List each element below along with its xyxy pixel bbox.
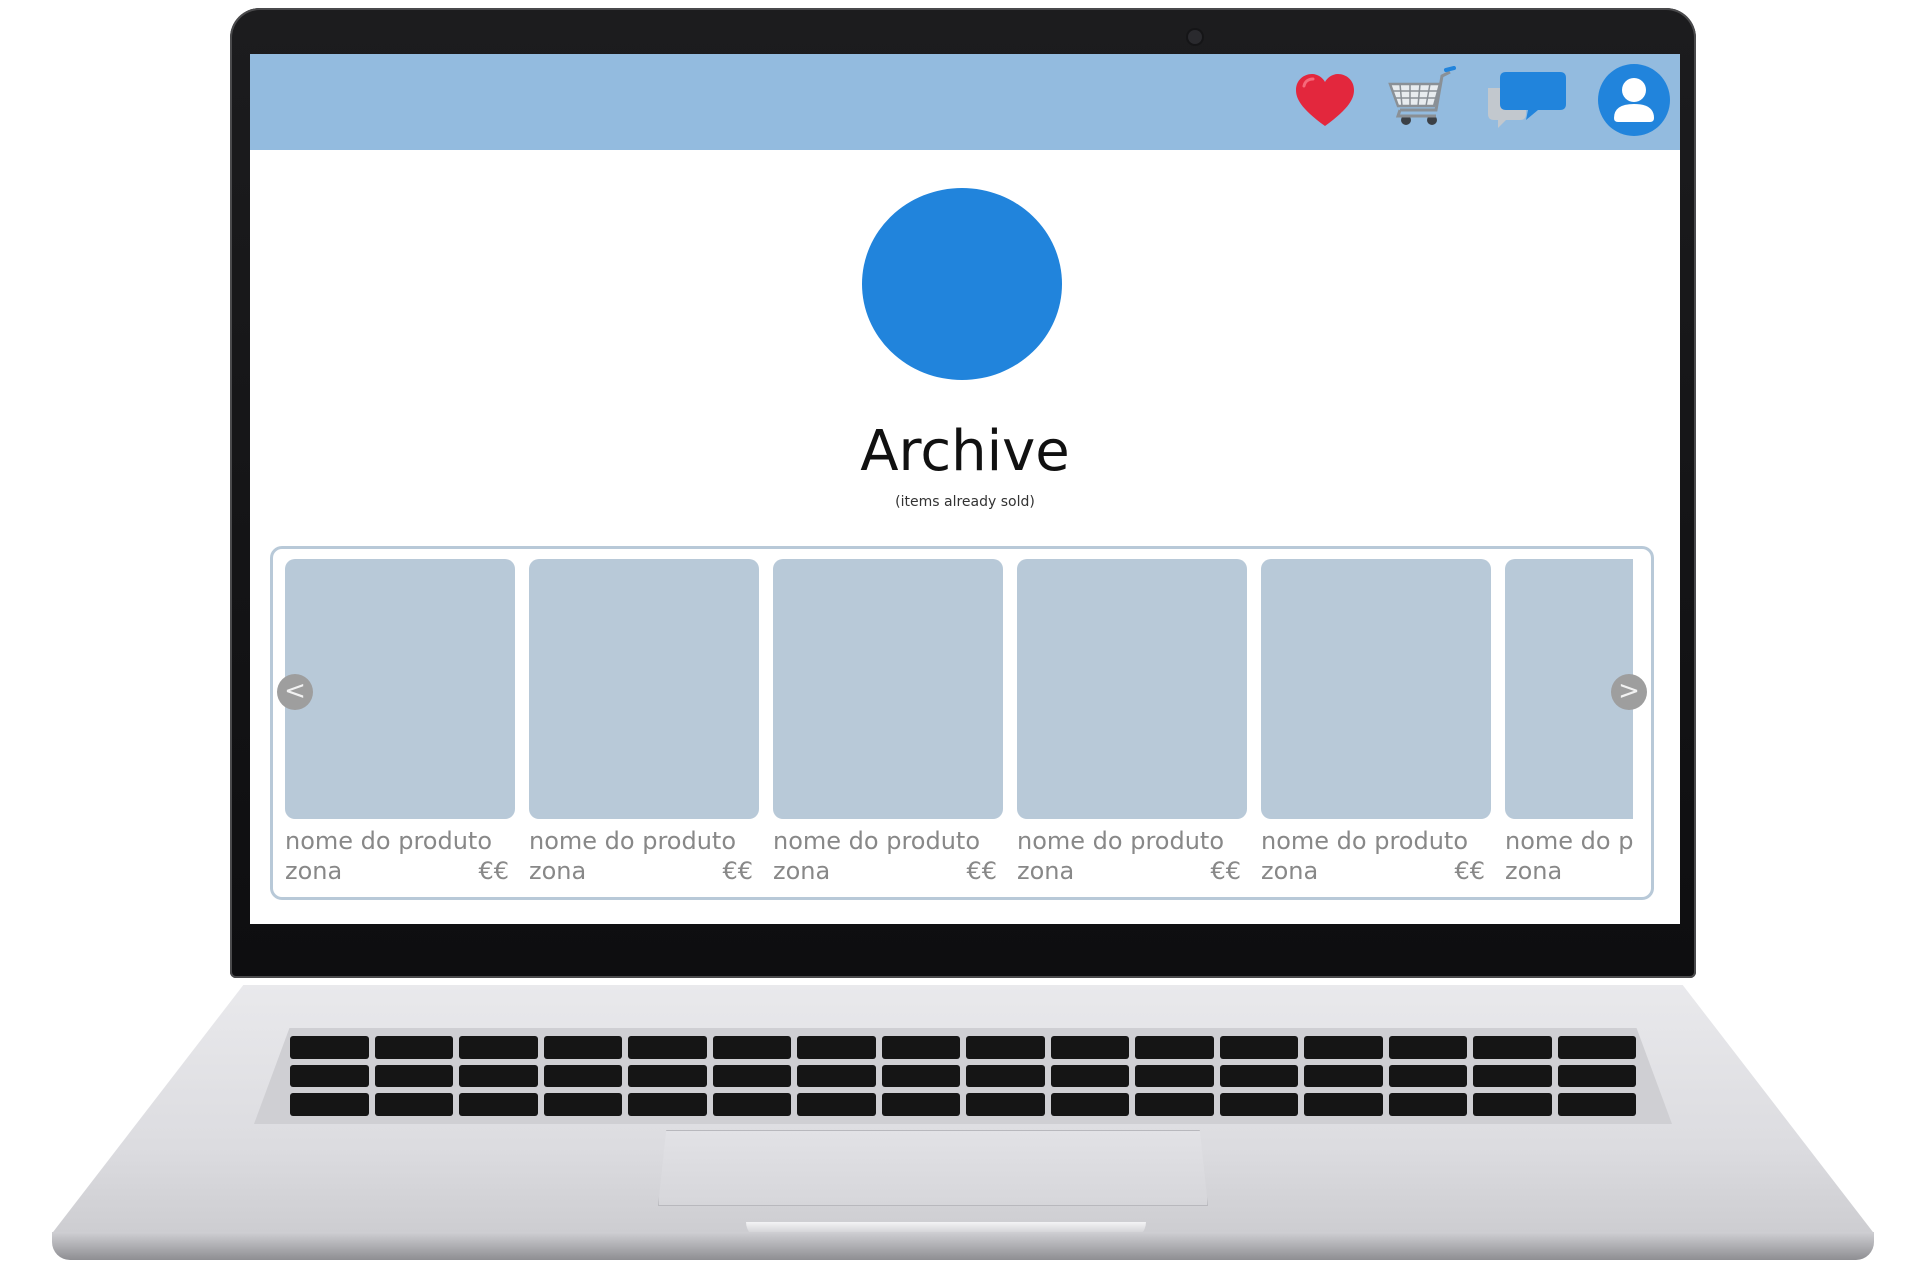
- shopping-cart-icon[interactable]: [1386, 66, 1456, 136]
- product-image-placeholder: [285, 559, 515, 819]
- product-card[interactable]: nome do produto zona €€: [285, 559, 515, 889]
- heart-icon[interactable]: [1290, 66, 1360, 136]
- product-image-placeholder: [1261, 559, 1491, 819]
- profile-avatar: [862, 188, 1062, 380]
- product-name: nome do produto: [1017, 827, 1225, 855]
- product-card[interactable]: nome do produto zona €€: [773, 559, 1003, 889]
- product-image-placeholder: [1017, 559, 1247, 819]
- keyboard: [254, 1028, 1672, 1124]
- product-card[interactable]: nome do produto zona €€: [1017, 559, 1247, 889]
- carousel-track: nome do produto zona €€ nome do produto …: [285, 559, 1633, 889]
- product-name: nome do produto: [285, 827, 493, 855]
- product-image-placeholder: [773, 559, 1003, 819]
- product-price: €€: [722, 857, 753, 885]
- user-profile-icon[interactable]: [1596, 62, 1672, 138]
- product-name: nome do produto: [1261, 827, 1469, 855]
- product-price: €€: [1210, 857, 1241, 885]
- product-zone: zona: [1017, 857, 1075, 885]
- product-zone: zona: [285, 857, 343, 885]
- page-title: Archive: [860, 419, 1070, 484]
- product-zone: zona: [1505, 857, 1563, 885]
- product-image-placeholder: [529, 559, 759, 819]
- screen: Archive (items already sold) nome do pro…: [250, 54, 1680, 924]
- carousel-prev-button[interactable]: <: [277, 674, 313, 710]
- product-name: nome do produto: [773, 827, 981, 855]
- product-price: €€: [478, 857, 509, 885]
- trackpad: [658, 1130, 1208, 1206]
- product-card[interactable]: nome do produto zona €€: [1261, 559, 1491, 889]
- product-price: €€: [966, 857, 997, 885]
- product-card[interactable]: nome do produto zona €€: [1505, 559, 1633, 889]
- chat-icon[interactable]: [1484, 66, 1566, 136]
- top-navigation-bar: [250, 54, 1680, 150]
- product-zone: zona: [529, 857, 587, 885]
- product-zone: zona: [773, 857, 831, 885]
- carousel-next-button[interactable]: >: [1611, 674, 1647, 710]
- product-name: nome do produto: [1505, 827, 1633, 855]
- page-subtitle: (items already sold): [895, 494, 1035, 510]
- sold-items-carousel: nome do produto zona €€ nome do produto …: [270, 546, 1654, 900]
- product-zone: zona: [1261, 857, 1319, 885]
- product-card[interactable]: nome do produto zona €€: [529, 559, 759, 889]
- webcam: [1188, 30, 1202, 44]
- laptop-base-front: [52, 1232, 1874, 1260]
- product-price: €€: [1454, 857, 1485, 885]
- product-name: nome do produto: [529, 827, 737, 855]
